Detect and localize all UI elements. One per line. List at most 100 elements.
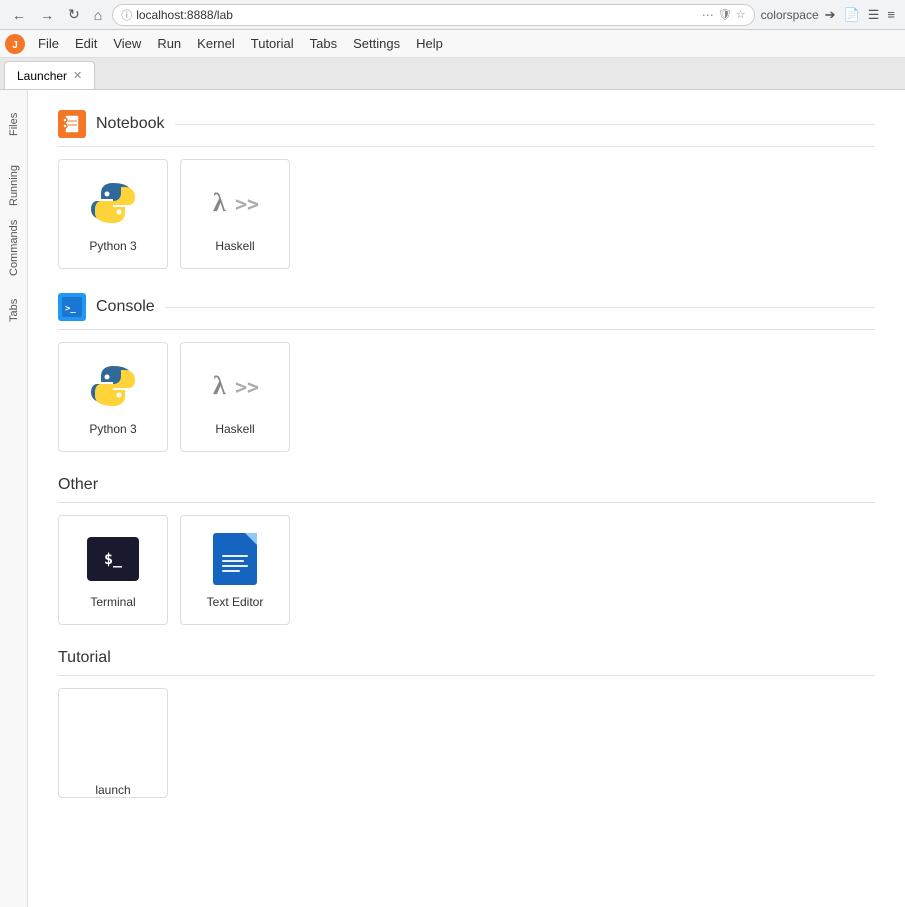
terminal-icon-box: $_ [87, 537, 139, 581]
home-button[interactable]: ⌂ [90, 5, 106, 25]
extensions-button[interactable]: 📄 [842, 5, 862, 25]
more-button[interactable]: ≡ [885, 5, 897, 24]
tab-label: Launcher [17, 69, 67, 83]
other-section-title: Other [58, 476, 875, 503]
tutorial-section-title: Tutorial [58, 649, 875, 676]
console-section-header: >_ Console [58, 293, 875, 330]
console-python3-label: Python 3 [89, 422, 136, 436]
python-console-icon-svg [87, 360, 139, 412]
browser-actions: colorspace ➔ 📄 ☰ ≡ [761, 5, 897, 25]
back-button[interactable]: ← [8, 5, 30, 25]
console-section: >_ Console P [58, 293, 875, 452]
tutorial-section: Tutorial launch [58, 649, 875, 798]
terminal-label: Terminal [90, 595, 135, 609]
files-label: Files [8, 112, 20, 135]
text-line-3 [222, 565, 248, 567]
menu-tabs[interactable]: Tabs [302, 32, 345, 55]
menubar: J File Edit View Run Kernel Tutorial Tab… [0, 30, 905, 58]
python-notebook-icon [85, 175, 141, 231]
content-area: Notebook Python 3 [28, 90, 905, 907]
notebook-python3-label: Python 3 [89, 239, 136, 253]
text-line-2 [222, 560, 244, 562]
sidebar-item-files[interactable]: Files [2, 94, 26, 154]
left-sidebar: Files Running Commands Tabs [0, 90, 28, 907]
haskell-notebook-icon: λ >> [207, 175, 263, 231]
menu-file[interactable]: File [30, 32, 67, 55]
bookmark-icon: ☆ [736, 8, 746, 21]
reader-button[interactable]: ☰ [866, 5, 882, 25]
browser-chrome: ← → ↻ ⌂ ⓘ localhost:8888/lab ⋯ 🛡 ☆ color… [0, 0, 905, 30]
menu-run[interactable]: Run [149, 32, 189, 55]
launch-label: launch [95, 783, 130, 797]
address-menu-icon: ⋯ [702, 8, 714, 22]
terminal-card[interactable]: $_ Terminal [58, 515, 168, 625]
tutorial-cards-grid: launch [58, 688, 875, 798]
tab-close-button[interactable]: ✕ [73, 69, 82, 82]
running-label: Running [8, 166, 20, 207]
notebook-divider [175, 124, 876, 125]
console-icon-svg: >_ [61, 296, 83, 318]
svg-text:>>: >> [235, 375, 259, 399]
console-cards-grid: Python 3 λ >> Haskell [58, 342, 875, 452]
menu-tutorial[interactable]: Tutorial [243, 32, 302, 55]
url-text: localhost:8888/lab [136, 8, 698, 22]
tab-bar: Launcher ✕ [0, 58, 905, 90]
notebook-section-icon [58, 110, 86, 138]
console-haskell-card[interactable]: λ >> Haskell [180, 342, 290, 452]
text-editor-icon-box [213, 533, 257, 585]
menu-view[interactable]: View [105, 32, 149, 55]
svg-text:λ: λ [213, 371, 226, 400]
tabs-label: Tabs [8, 298, 20, 321]
address-bar[interactable]: ⓘ localhost:8888/lab ⋯ 🛡 ☆ [112, 4, 754, 26]
sidebar-item-tabs[interactable]: Tabs [2, 280, 26, 340]
menu-edit[interactable]: Edit [67, 32, 105, 55]
text-editor-icon [207, 531, 263, 587]
jupyter-logo: J [4, 33, 26, 55]
console-python3-card[interactable]: Python 3 [58, 342, 168, 452]
text-line-1 [222, 555, 248, 557]
refresh-button[interactable]: ↻ [64, 4, 84, 25]
text-editor-lines [222, 555, 248, 572]
terminal-icon-text: $_ [104, 550, 122, 568]
haskell-console-icon: λ >> [207, 358, 263, 414]
notebook-section: Notebook Python 3 [58, 110, 875, 269]
console-section-title: Console [96, 298, 155, 316]
other-section: Other $_ Terminal [58, 476, 875, 625]
notebook-haskell-card[interactable]: λ >> Haskell [180, 159, 290, 269]
text-editor-label: Text Editor [207, 595, 264, 609]
console-section-icon: >_ [58, 293, 86, 321]
svg-text:>>: >> [235, 192, 259, 216]
python-icon-svg [87, 177, 139, 229]
console-haskell-label: Haskell [215, 422, 254, 436]
menu-help[interactable]: Help [408, 32, 451, 55]
search-label: colorspace [761, 8, 819, 22]
notebook-cards-grid: Python 3 λ >> Haskell [58, 159, 875, 269]
menu-settings[interactable]: Settings [345, 32, 408, 55]
python-console-icon [85, 358, 141, 414]
notebook-section-header: Notebook [58, 110, 875, 147]
console-divider [165, 307, 875, 308]
text-editor-card[interactable]: Text Editor [180, 515, 290, 625]
tab-launcher[interactable]: Launcher ✕ [4, 61, 95, 89]
notebook-haskell-label: Haskell [215, 239, 254, 253]
haskell-icon-svg: λ >> [209, 177, 261, 229]
launch-card[interactable]: launch [58, 688, 168, 798]
lock-icon: ⓘ [121, 7, 132, 23]
commands-label: Commands [8, 220, 20, 276]
other-cards-grid: $_ Terminal [58, 515, 875, 625]
sidebar-item-running[interactable]: Running [2, 156, 26, 216]
text-line-4 [222, 570, 240, 572]
sidebar-item-commands[interactable]: Commands [2, 218, 26, 278]
svg-text:J: J [12, 40, 18, 51]
terminal-icon: $_ [85, 531, 141, 587]
menu-kernel[interactable]: Kernel [189, 32, 243, 55]
search-go-button[interactable]: ➔ [823, 5, 838, 25]
shield-icon: 🛡 [718, 8, 732, 21]
haskell-console-icon-svg: λ >> [209, 360, 261, 412]
notebook-icon-svg [61, 113, 83, 135]
forward-button[interactable]: → [36, 5, 58, 25]
svg-text:λ: λ [213, 188, 226, 217]
svg-text:>_: >_ [65, 304, 76, 314]
notebook-python3-card[interactable]: Python 3 [58, 159, 168, 269]
notebook-section-title: Notebook [96, 115, 165, 133]
